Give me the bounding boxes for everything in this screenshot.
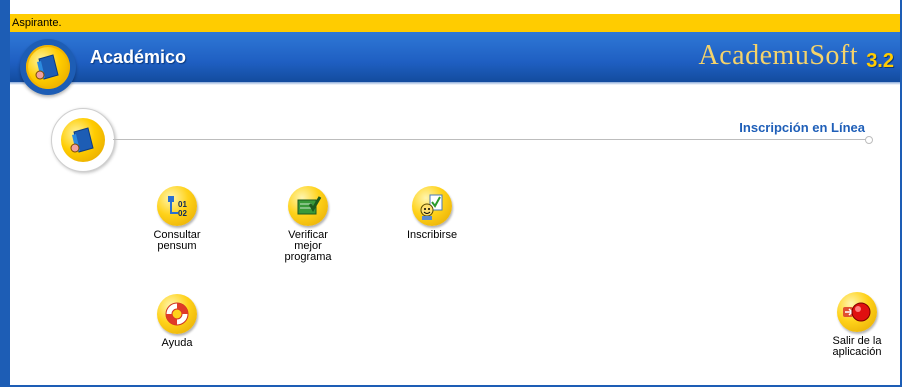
brand-logo: AcademuSoft — [698, 40, 858, 71]
app-label: Salir de la aplicación — [832, 335, 882, 358]
verify-program-icon — [288, 186, 328, 226]
ayuda-button[interactable]: Ayuda — [132, 294, 222, 349]
exit-icon — [837, 292, 877, 332]
module-title: Académico — [90, 47, 187, 67]
status-bar: Aspirante. — [10, 14, 900, 32]
brand-version: 3.2 — [866, 50, 894, 72]
lifebuoy-icon — [157, 294, 197, 334]
app-label: Inscribirse — [406, 229, 458, 241]
app-label: Consultar pensum — [153, 229, 201, 252]
app-label: Ayuda — [161, 337, 193, 349]
app-label: Verificar mejor programa — [284, 229, 332, 263]
section-icon — [51, 108, 115, 172]
enroll-icon — [412, 186, 452, 226]
verificar-mejor-programa-button[interactable]: Verificar mejor programa — [263, 186, 353, 263]
section-divider-end — [865, 136, 873, 144]
section-title: Inscripción en Línea — [739, 120, 865, 135]
module-logo-icon — [20, 39, 76, 95]
pensum-icon: 01 02 — [157, 186, 197, 226]
inscribirse-button[interactable]: Inscribirse — [387, 186, 477, 241]
header-shadow — [10, 82, 900, 85]
consultar-pensum-button[interactable]: 01 02 Consultar pensum — [132, 186, 222, 252]
salir-aplicacion-button[interactable]: Salir de la aplicación — [812, 292, 902, 358]
section-divider — [113, 139, 866, 140]
svg-text:01: 01 — [178, 200, 187, 209]
svg-text:02: 02 — [178, 209, 187, 218]
